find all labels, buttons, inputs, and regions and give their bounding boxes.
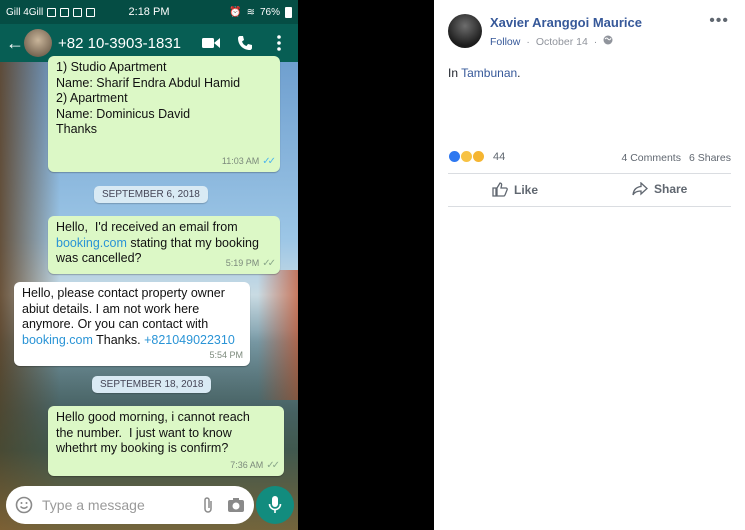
- message-composer: Type a message: [6, 486, 254, 524]
- message-meta: 5:19 PM ✓✓: [225, 256, 276, 272]
- message-text: stating that my booking: [126, 235, 259, 250]
- reaction-count: 44: [493, 150, 506, 163]
- message-time: 5:19 PM: [225, 257, 260, 268]
- author-avatar[interactable]: [448, 14, 482, 48]
- reaction-summary[interactable]: 44: [448, 150, 505, 163]
- message-list: 1) Studio Apartment Name: Sharif Endra A…: [0, 56, 298, 482]
- attach-icon[interactable]: [198, 495, 218, 515]
- back-arrow-icon[interactable]: ←: [6, 33, 24, 54]
- message-text: Name: Sharif Endra Abdul Hamid: [56, 75, 241, 90]
- screenshot-root: Gill 4Gill 2:18 PM ⏰ ≋ 76% ← +82 10-3903…: [0, 0, 745, 530]
- message-time: 11:03 AM: [221, 155, 260, 166]
- follow-link[interactable]: Follow: [490, 36, 520, 48]
- separator-dot: ·: [593, 35, 598, 48]
- date-separator: SEPTEMBER 6, 2018: [94, 186, 208, 203]
- share-label: Share: [654, 182, 688, 196]
- microphone-icon: [268, 496, 282, 513]
- like-label: Like: [514, 182, 539, 197]
- message-time: 7:36 AM: [230, 459, 264, 470]
- message-text: Hello, please contact property owner: [22, 286, 225, 300]
- message-text: whethrt my booking is confirm?: [56, 441, 229, 455]
- facebook-post: Xavier Aranggoi Maurice Follow · October…: [434, 0, 745, 530]
- delivered-receipt-icon: ✓✓: [266, 459, 280, 471]
- thumbs-up-icon: [492, 182, 508, 197]
- alarm-icon: ⏰: [229, 6, 242, 18]
- haha-reaction-icon: [472, 150, 485, 163]
- message-text: the number. I just want to know: [56, 425, 232, 440]
- divider: [448, 173, 731, 174]
- whatsapp-phone-screenshot: Gill 4Gill 2:18 PM ⏰ ≋ 76% ← +82 10-3903…: [0, 0, 298, 530]
- outgoing-message[interactable]: 1) Studio Apartment Name: Sharif Endra A…: [48, 56, 280, 172]
- battery-percent: 76%: [259, 6, 280, 18]
- share-button[interactable]: Share: [632, 182, 687, 196]
- post-subheader: Follow · October 14 ·: [490, 35, 613, 48]
- share-arrow-icon: [632, 182, 648, 196]
- separator-dot: ·: [526, 35, 530, 48]
- message-meta: 7:36 AM ✓✓: [230, 458, 280, 474]
- outgoing-message[interactable]: Hello, I'd received an email from bookin…: [48, 216, 280, 274]
- battery-icon: [285, 6, 292, 18]
- comments-count[interactable]: 4 Comments: [621, 152, 681, 164]
- message-meta: 5:54 PM: [209, 348, 243, 364]
- read-receipt-icon: ✓✓: [262, 155, 276, 167]
- globe-icon: [603, 35, 613, 48]
- post-text-prefix: In: [448, 66, 462, 80]
- message-text: Hello good morning, i cannot reach: [56, 410, 250, 424]
- shares-count[interactable]: 6 Shares: [689, 152, 731, 164]
- video-call-icon[interactable]: [198, 31, 224, 55]
- delivered-receipt-icon: ✓✓: [262, 257, 276, 269]
- notification-icon: [47, 7, 57, 17]
- camera-icon[interactable]: [226, 495, 246, 515]
- network-indicator: Gill 4Gill: [6, 6, 44, 18]
- post-date[interactable]: October 14: [536, 36, 588, 48]
- notification-icon: [60, 7, 70, 17]
- message-input[interactable]: Type a message: [42, 497, 190, 513]
- message-text: 1) Studio Apartment: [56, 60, 167, 74]
- contact-name[interactable]: +82 10-3903-1831: [58, 35, 190, 52]
- place-link[interactable]: Tambunan: [461, 66, 517, 80]
- phone-call-icon[interactable]: [232, 31, 258, 55]
- engagement-counts: 4 Comments 6 Shares: [621, 152, 731, 164]
- incoming-message[interactable]: Hello, please contact property owner abi…: [14, 282, 250, 366]
- message-time: 5:54 PM: [209, 349, 243, 360]
- message-text: Thanks: [56, 122, 97, 136]
- message-text: Hello, I'd received an email from: [56, 220, 238, 234]
- like-button[interactable]: Like: [492, 182, 538, 197]
- message-text: Thanks.: [92, 332, 145, 347]
- author-name[interactable]: Xavier Aranggoi Maurice: [490, 15, 642, 30]
- emoji-icon[interactable]: [14, 495, 34, 515]
- post-text-suffix: .: [517, 66, 521, 80]
- contact-avatar[interactable]: [24, 29, 52, 57]
- more-options-icon[interactable]: [266, 31, 292, 55]
- message-phone-link[interactable]: +821049022310: [144, 333, 235, 347]
- message-text: abiut details. I am not work here: [22, 301, 200, 316]
- message-link[interactable]: booking.com: [56, 236, 127, 250]
- message-meta: 11:03 AM ✓✓: [221, 154, 276, 170]
- message-link[interactable]: booking.com: [22, 333, 93, 347]
- gear-icon: [86, 7, 96, 17]
- microphone-button[interactable]: [256, 486, 294, 524]
- youtube-icon: [73, 7, 83, 17]
- more-options-icon[interactable]: •••: [709, 12, 729, 30]
- wifi-icon: ≋: [246, 6, 255, 18]
- message-text: anymore. Or you can contact with: [22, 317, 209, 331]
- divider: [448, 206, 731, 207]
- post-text: In Tambunan.: [448, 66, 521, 80]
- outgoing-message[interactable]: Hello good morning, i cannot reach the n…: [48, 406, 284, 476]
- date-separator: SEPTEMBER 18, 2018: [92, 376, 212, 393]
- status-bar: Gill 4Gill 2:18 PM ⏰ ≋ 76%: [0, 0, 298, 24]
- message-text: Name: Dominicus David: [56, 106, 191, 121]
- message-text: 2) Apartment: [56, 91, 128, 105]
